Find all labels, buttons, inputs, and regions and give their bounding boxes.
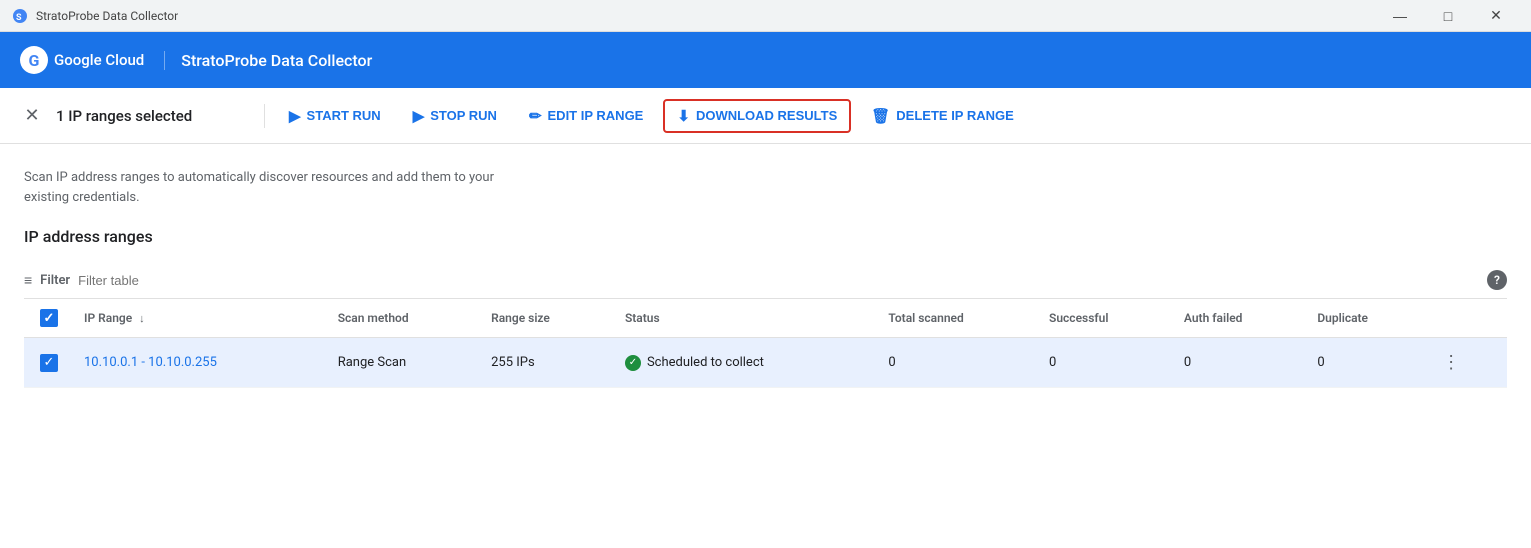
row-more-button[interactable]: ⋮	[1438, 348, 1464, 377]
th-checkbox: ✓	[24, 299, 72, 338]
app-title: StratoProbe Data Collector	[164, 51, 372, 70]
row-ip-range: 10.10.0.1 - 10.10.0.255	[72, 338, 326, 388]
app-icon: S	[12, 8, 28, 24]
sort-icon: ↓	[139, 312, 145, 325]
th-successful: Successful	[1037, 299, 1172, 338]
edit-icon: ✏	[529, 107, 542, 125]
row-actions-cell: ⋮	[1426, 338, 1507, 388]
check-icon: ✓	[44, 312, 55, 325]
th-auth-failed: Auth failed	[1172, 299, 1305, 338]
toolbar: ✕ 1 IP ranges selected ▶ START RUN ▶ STO…	[0, 88, 1531, 144]
stop-run-button[interactable]: ▶ STOP RUN	[401, 101, 509, 131]
section-title: IP address ranges	[24, 227, 1507, 246]
filter-input[interactable]	[78, 273, 1479, 288]
cloud-label: Google Cloud	[54, 51, 144, 69]
row-scan-method: Range Scan	[326, 338, 479, 388]
edit-ip-range-button[interactable]: ✏ EDIT IP RANGE	[517, 101, 655, 131]
start-run-label: START RUN	[307, 108, 381, 123]
th-range-size: Range size	[479, 299, 613, 338]
content-area: Scan IP address ranges to automatically …	[0, 144, 1531, 388]
row-range-size: 255 IPs	[479, 338, 613, 388]
app-header: G Google Cloud StratoProbe Data Collecto…	[0, 32, 1531, 88]
th-ip-range: IP Range ↓	[72, 299, 326, 338]
selection-label: 1 IP ranges selected	[56, 107, 236, 125]
th-total-scanned: Total scanned	[876, 299, 1037, 338]
status-icon: ✓	[625, 355, 641, 371]
stop-run-label: STOP RUN	[430, 108, 497, 123]
delete-ip-range-label: DELETE IP RANGE	[896, 108, 1014, 123]
download-icon: ⬇	[677, 107, 690, 125]
th-scan-method: Scan method	[326, 299, 479, 338]
row-status: ✓ Scheduled to collect	[613, 338, 876, 388]
ip-range-link[interactable]: 10.10.0.1 - 10.10.0.255	[84, 355, 217, 370]
filter-icon: ≡	[24, 272, 32, 289]
title-bar-text: StratoProbe Data Collector	[36, 9, 178, 23]
status-text: Scheduled to collect	[647, 355, 764, 370]
table-header-row: ✓ IP Range ↓ Scan method Range size Stat…	[24, 299, 1507, 338]
deselect-button[interactable]: ✕	[16, 100, 48, 132]
filter-label: Filter	[40, 273, 70, 288]
download-results-label: DOWNLOAD RESULTS	[696, 108, 837, 123]
google-g-icon: G	[20, 46, 48, 74]
delete-icon: 🗑	[871, 107, 890, 125]
edit-ip-range-label: EDIT IP RANGE	[548, 108, 644, 123]
maximize-button[interactable]: □	[1425, 0, 1471, 32]
table-row: ✓ 10.10.0.1 - 10.10.0.255 Range Scan 255…	[24, 338, 1507, 388]
window-controls: — □ ✕	[1377, 0, 1519, 32]
help-icon[interactable]: ?	[1487, 270, 1507, 290]
title-bar: S StratoProbe Data Collector — □ ✕	[0, 0, 1531, 32]
close-button[interactable]: ✕	[1473, 0, 1519, 32]
stop-run-icon: ▶	[413, 107, 425, 125]
th-status: Status	[613, 299, 876, 338]
page-description: Scan IP address ranges to automatically …	[24, 168, 524, 207]
check-icon: ✓	[44, 356, 55, 369]
th-actions	[1426, 299, 1507, 338]
close-icon: ✕	[24, 105, 39, 126]
row-successful: 0	[1037, 338, 1172, 388]
minimize-button[interactable]: —	[1377, 0, 1423, 32]
download-results-button[interactable]: ⬇ DOWNLOAD RESULTS	[663, 99, 851, 133]
th-duplicate: Duplicate	[1305, 299, 1426, 338]
select-all-checkbox[interactable]: ✓	[40, 309, 58, 327]
row-auth-failed: 0	[1172, 338, 1305, 388]
row-total-scanned: 0	[876, 338, 1037, 388]
ip-ranges-table: ✓ IP Range ↓ Scan method Range size Stat…	[24, 299, 1507, 388]
row-checkbox-cell: ✓	[24, 338, 72, 388]
delete-ip-range-button[interactable]: 🗑 DELETE IP RANGE	[859, 101, 1026, 131]
filter-bar: ≡ Filter ?	[24, 262, 1507, 299]
toolbar-divider-1	[264, 104, 265, 128]
start-run-icon: ▶	[289, 107, 301, 125]
start-run-button[interactable]: ▶ START RUN	[277, 101, 393, 131]
row-checkbox[interactable]: ✓	[40, 354, 58, 372]
row-duplicate: 0	[1305, 338, 1426, 388]
google-cloud-logo: G Google Cloud	[20, 46, 144, 74]
svg-text:S: S	[16, 13, 22, 23]
